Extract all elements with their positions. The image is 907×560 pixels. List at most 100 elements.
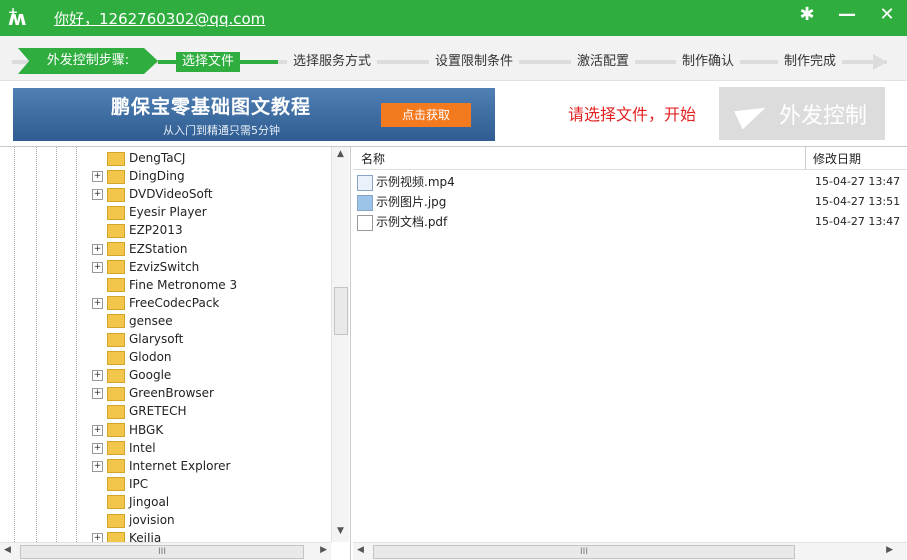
file-name: 示例图片.jpg <box>376 195 447 209</box>
folder-tree-pane: DengTaCJ + DingDing + DVDVideoSoft Eyesir Pla… <box>0 147 351 560</box>
tree-folder-item[interactable]: + FreeCodecPack <box>92 294 219 312</box>
tree-vertical-scrollbar[interactable]: ▲ ▼ <box>331 147 349 542</box>
file-list-pane: 名称 修改日期 示例视频.mp4 15-04-27 13:47 示例图片.jpg… <box>353 147 907 560</box>
minimize-icon[interactable]: — <box>827 0 867 28</box>
scroll-right-icon[interactable]: ▶ <box>886 545 893 555</box>
expand-plus-icon[interactable]: + <box>92 442 103 454</box>
folder-icon <box>107 205 125 220</box>
scroll-left-icon[interactable]: ◀ <box>357 545 364 555</box>
column-name-header[interactable]: 名称 <box>361 150 385 167</box>
tree-folder-item[interactable]: Eyesir Player <box>92 203 207 221</box>
tree-folder-label: DVDVideoSoft <box>129 187 213 202</box>
column-date-header[interactable]: 修改日期 <box>813 150 861 167</box>
main-panes: DengTaCJ + DingDing + DVDVideoSoft Eyesir Pla… <box>0 146 907 560</box>
expand-plus-icon[interactable]: + <box>92 243 103 255</box>
expand-plus-icon[interactable]: + <box>92 460 103 472</box>
tree-folder-item[interactable]: IPC <box>92 475 148 493</box>
tree-guide-line <box>14 147 15 542</box>
folder-icon <box>107 404 125 419</box>
step-activate-config[interactable]: 激活配置 <box>571 52 636 72</box>
folder-icon <box>107 423 125 437</box>
folder-icon <box>107 350 125 365</box>
tree-folder-item[interactable]: DengTaCJ <box>92 149 185 167</box>
close-icon[interactable]: ✕ <box>867 0 907 28</box>
tree-folder-item[interactable]: + Intel <box>92 439 156 457</box>
steps-lead-label: 外发控制步骤: <box>18 48 158 74</box>
banner-subtitle: 从入门到精通只需5分钟 <box>163 124 280 137</box>
file-row[interactable]: 示例图片.jpg 15-04-27 13:51 <box>357 192 905 212</box>
tree-folder-item[interactable]: + EzvizSwitch <box>92 258 199 276</box>
step-complete[interactable]: 制作完成 <box>778 52 843 72</box>
tree-folder-label: IPC <box>129 476 149 491</box>
tree-guide-line <box>36 147 37 542</box>
expand-plus-icon[interactable]: + <box>92 261 103 273</box>
file-date: 15-04-27 13:51 <box>815 195 901 208</box>
scroll-down-icon[interactable]: ▼ <box>332 526 349 540</box>
tree-folder-item[interactable]: Fine Metronome 3 <box>92 276 237 294</box>
tree-folder-item[interactable]: + DVDVideoSoft <box>92 185 213 203</box>
scroll-left-icon[interactable]: ◀ <box>4 545 11 555</box>
tree-folder-label: EzvizSwitch <box>129 259 200 274</box>
tree-folder-label: Eyesir Player <box>129 205 207 220</box>
tree-folder-item[interactable]: + DingDing <box>92 167 185 185</box>
step-confirm[interactable]: 制作确认 <box>676 52 741 72</box>
tree-folder-item[interactable]: Glodon <box>92 348 172 366</box>
folder-tree: DengTaCJ + DingDing + DVDVideoSoft Eyesir Pla… <box>0 147 330 546</box>
tree-folder-item[interactable]: Glarysoft <box>92 330 183 348</box>
expand-plus-icon[interactable]: + <box>92 171 103 183</box>
tree-folder-item[interactable]: + GreenBrowser <box>92 384 214 402</box>
tree-folder-item[interactable]: Jingoal <box>92 493 169 511</box>
column-separator[interactable] <box>805 147 806 169</box>
tree-vscroll-thumb[interactable] <box>334 287 348 335</box>
scroll-up-icon[interactable]: ▲ <box>332 149 349 163</box>
tree-folder-item[interactable]: GRETECH <box>92 402 187 420</box>
step-select-file[interactable]: 选择文件 <box>176 52 241 72</box>
tree-folder-item[interactable]: + Google <box>92 366 171 384</box>
tree-folder-item[interactable]: + HBGK <box>92 421 163 439</box>
tree-folder-item[interactable]: + Internet Explorer <box>92 457 230 475</box>
file-date: 15-04-27 13:47 <box>815 215 901 228</box>
step-set-restrictions[interactable]: 设置限制条件 <box>429 52 520 72</box>
tree-folder-label: gensee <box>129 313 173 328</box>
expand-plus-icon[interactable]: + <box>92 297 103 309</box>
tree-folder-item[interactable]: jovision <box>92 511 175 529</box>
folder-icon <box>107 368 125 383</box>
file-row[interactable]: 示例文档.pdf 15-04-27 13:47 <box>357 212 905 232</box>
gear-icon[interactable]: ✱ <box>787 0 827 28</box>
folder-icon <box>107 314 125 329</box>
tree-folder-label: Glarysoft <box>129 332 184 346</box>
folder-icon <box>107 151 125 166</box>
title-bar: + ʍ 你好，1262760302@qq.com ✱ — ✕ <box>0 0 907 36</box>
scroll-right-icon[interactable]: ▶ <box>320 545 327 555</box>
send-control-button[interactable]: 外发控制 <box>719 87 885 140</box>
expand-plus-icon[interactable]: + <box>92 370 103 382</box>
expand-plus-icon[interactable]: + <box>92 388 103 400</box>
tree-folder-item[interactable]: EZP2013 <box>92 221 183 239</box>
user-greeting-link[interactable]: 你好，1262760302@qq.com <box>54 8 265 29</box>
tutorial-banner[interactable]: 鹏保宝零基础图文教程 从入门到精通只需5分钟 点击获取 <box>13 88 495 141</box>
file-list-header: 名称 修改日期 <box>353 147 907 170</box>
tree-horizontal-scrollbar[interactable]: ◀ III ▶ <box>0 542 331 560</box>
banner-cta-button[interactable]: 点击获取 <box>381 103 471 127</box>
expand-plus-icon[interactable]: + <box>92 424 103 436</box>
step-bar: 外发控制步骤: 选择文件 选择服务方式 设置限制条件 激活配置 制作确认 制作完… <box>0 36 907 81</box>
tree-folder-item[interactable]: + EZStation <box>92 240 187 258</box>
file-hscroll-thumb[interactable]: III <box>373 545 795 559</box>
tree-folder-label: DingDing <box>129 169 185 184</box>
file-list-horizontal-scrollbar[interactable]: ◀ III ▶ <box>353 542 907 560</box>
folder-icon <box>107 169 125 184</box>
folder-icon <box>107 386 125 401</box>
file-row[interactable]: 示例视频.mp4 15-04-27 13:47 <box>357 172 905 192</box>
tree-folder-label: Fine Metronome 3 <box>129 277 238 292</box>
tree-folder-label: jovision <box>129 513 175 527</box>
tree-hscroll-thumb[interactable]: III <box>20 545 304 559</box>
video-file-icon <box>357 175 373 191</box>
tree-folder-item[interactable]: gensee <box>92 312 173 330</box>
folder-icon <box>107 332 125 347</box>
expand-plus-icon[interactable]: + <box>92 189 103 201</box>
step-select-service[interactable]: 选择服务方式 <box>287 52 378 72</box>
